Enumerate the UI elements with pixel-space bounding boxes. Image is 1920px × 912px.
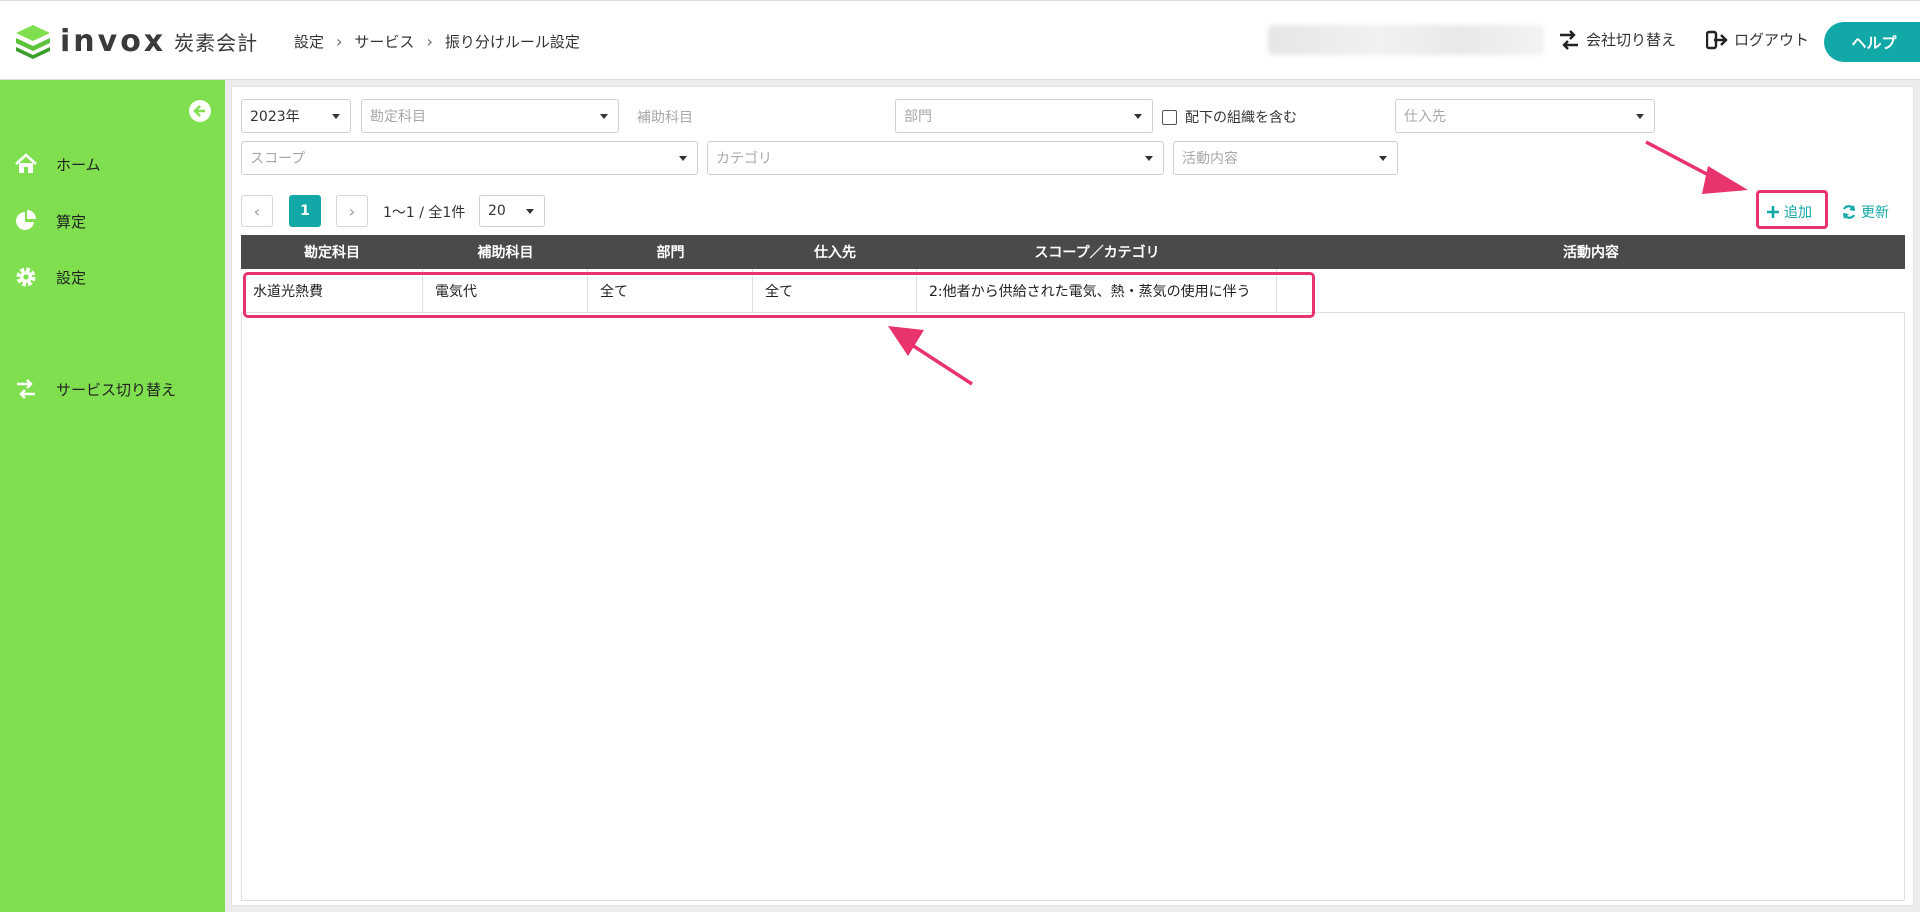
department-placeholder: 部門 (904, 109, 932, 125)
sidebar: ホーム 算定 設定 サービス切り替え (0, 80, 225, 912)
sub-account-label: 補助科目 (637, 110, 693, 126)
caret-down-icon (1636, 114, 1644, 119)
column-header-sub-account[interactable]: 補助科目 (423, 235, 588, 269)
caret-down-icon (1379, 156, 1387, 161)
pager-info: 1〜1 / 全1件 (383, 205, 466, 221)
chevron-right-icon: › (426, 32, 433, 51)
app-header: invox 炭素会計 設定 › サービス › 振り分けルール設定 会社切り替え … (0, 0, 1920, 80)
sidebar-item-service-switch[interactable]: サービス切り替え (14, 377, 176, 401)
logo-icon (16, 25, 50, 59)
scope-select[interactable]: スコープ (241, 141, 698, 175)
caret-down-icon (1145, 156, 1153, 161)
collapse-sidebar-button[interactable] (189, 100, 211, 122)
main-content: 2023年 勘定科目 補助科目 部門 配下の組織を含む 仕入先 スコープ カテゴ… (231, 86, 1914, 906)
category-select[interactable]: カテゴリ (707, 141, 1164, 175)
logout-icon (1706, 30, 1728, 49)
page-size-select[interactable]: 20 (479, 195, 545, 227)
column-header-department[interactable]: 部門 (588, 235, 753, 269)
caret-down-icon (600, 114, 608, 119)
breadcrumb-settings[interactable]: 設定 (294, 31, 324, 52)
table-header: 勘定科目 補助科目 部門 仕入先 スコープ／カテゴリ 活動内容 (241, 235, 1905, 269)
refresh-button[interactable]: 更新 (1841, 202, 1889, 222)
refresh-icon (1842, 205, 1856, 219)
scope-placeholder: スコープ (250, 151, 306, 167)
logo-text: invox (60, 23, 167, 59)
column-header-account[interactable]: 勘定科目 (241, 235, 423, 269)
annotation-highlight-row (243, 272, 1315, 318)
department-select[interactable]: 部門 (895, 99, 1153, 133)
page-size-value: 20 (488, 203, 506, 219)
supplier-select[interactable]: 仕入先 (1395, 99, 1655, 133)
home-icon (15, 153, 37, 173)
pie-chart-icon (16, 210, 36, 230)
user-info-redacted (1268, 25, 1544, 55)
gear-icon (16, 267, 36, 287)
chevron-right-icon: › (336, 32, 343, 51)
category-placeholder: カテゴリ (716, 151, 772, 167)
breadcrumb: 設定 › サービス › 振り分けルール設定 (294, 31, 580, 52)
include-sub-orgs-checkbox[interactable]: 配下の組織を含む (1162, 107, 1297, 127)
logo-subtitle: 炭素会計 (174, 30, 259, 55)
chevron-right-icon: › (348, 201, 356, 221)
account-placeholder: 勘定科目 (370, 109, 426, 125)
help-button[interactable]: ヘルプ (1824, 22, 1920, 62)
caret-down-icon (679, 156, 687, 161)
account-select[interactable]: 勘定科目 (361, 99, 619, 133)
breadcrumb-service[interactable]: サービス (354, 31, 414, 52)
supplier-placeholder: 仕入先 (1404, 109, 1446, 125)
arrow-left-icon (193, 105, 205, 117)
breadcrumb-current: 振り分けルール設定 (444, 33, 580, 51)
year-select[interactable]: 2023年 (241, 99, 351, 133)
sidebar-item-label: ホーム (56, 155, 101, 174)
logo[interactable]: invox 炭素会計 (14, 23, 258, 59)
prev-page-button[interactable]: ‹ (241, 195, 273, 227)
chevron-left-icon: ‹ (253, 201, 261, 221)
next-page-button[interactable]: › (336, 195, 368, 227)
year-value: 2023年 (250, 109, 300, 125)
company-switch-label: 会社切り替え (1586, 31, 1677, 49)
current-page-button[interactable]: 1 (289, 195, 321, 227)
annotation-highlight-add (1756, 190, 1828, 229)
caret-down-icon (1134, 114, 1142, 119)
column-header-supplier[interactable]: 仕入先 (753, 235, 917, 269)
cell-activity (1277, 269, 1905, 313)
include-sub-orgs-label: 配下の組織を含む (1185, 110, 1297, 126)
column-header-activity[interactable]: 活動内容 (1277, 235, 1905, 269)
table-body-area (241, 313, 1905, 901)
logout-link[interactable]: ログアウト (1706, 29, 1809, 50)
switch-icon (1560, 29, 1578, 50)
sidebar-item-settings[interactable]: 設定 (14, 265, 86, 289)
caret-down-icon (526, 209, 534, 214)
sidebar-item-label: サービス切り替え (56, 380, 177, 399)
activity-placeholder: 活動内容 (1182, 151, 1238, 167)
caret-down-icon (332, 114, 340, 119)
sidebar-item-label: 算定 (56, 212, 87, 231)
refresh-label: 更新 (1861, 205, 1889, 221)
column-header-scope-category[interactable]: スコープ／カテゴリ (917, 235, 1277, 269)
activity-select[interactable]: 活動内容 (1173, 141, 1398, 175)
checkbox-box[interactable] (1162, 109, 1177, 125)
switch-icon (17, 379, 35, 399)
company-switch-link[interactable]: 会社切り替え (1558, 29, 1676, 50)
logout-label: ログアウト (1734, 31, 1810, 49)
sidebar-item-label: 設定 (56, 268, 87, 287)
sidebar-item-calculation[interactable]: 算定 (14, 209, 86, 233)
sidebar-item-home[interactable]: ホーム (14, 152, 101, 176)
